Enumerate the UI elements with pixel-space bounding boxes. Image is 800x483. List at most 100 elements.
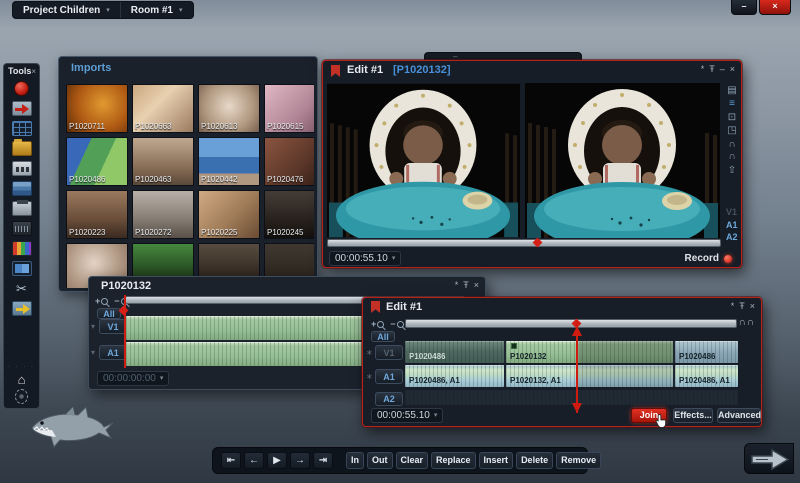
- track-a1-indicator[interactable]: A1: [726, 220, 738, 230]
- skip-start-button[interactable]: ⇤: [221, 452, 241, 469]
- headphone-right-icon[interactable]: ∩: [724, 151, 740, 163]
- fingerprint-icon[interactable]: [15, 389, 28, 404]
- pin-icon[interactable]: Ŧ: [739, 301, 745, 311]
- commit-icon[interactable]: ⇧: [724, 165, 740, 177]
- folder-icon[interactable]: ▤: [724, 85, 740, 97]
- clip-thumbnail[interactable]: P1020245: [264, 190, 314, 239]
- zoom-in-icon[interactable]: +: [95, 296, 108, 306]
- home-icon[interactable]: ⌂: [18, 373, 26, 386]
- export-button[interactable]: [744, 443, 794, 474]
- pin-icon[interactable]: Ŧ: [709, 64, 715, 74]
- play-button[interactable]: ▶: [267, 452, 287, 469]
- monitor-overlay-icon[interactable]: ◳: [724, 125, 740, 137]
- printer-tool-icon[interactable]: [12, 201, 32, 216]
- all-tracks-button[interactable]: All: [97, 308, 121, 319]
- cogs-icon[interactable]: *: [701, 64, 705, 74]
- clip-thumbnail[interactable]: P1020476: [264, 137, 314, 186]
- clip-thumbnail[interactable]: P1020486: [66, 137, 128, 186]
- headphone-left-icon[interactable]: ∩: [724, 139, 740, 151]
- close-icon[interactable]: ×: [730, 64, 735, 74]
- room-label: Room #1: [131, 5, 173, 16]
- close-button[interactable]: ×: [759, 0, 791, 15]
- clear-button[interactable]: Clear: [396, 452, 429, 469]
- cogs-icon[interactable]: *: [455, 280, 459, 290]
- close-icon[interactable]: ×: [31, 67, 36, 76]
- clip-dim-overlay: [579, 365, 673, 387]
- clip-thumbnail[interactable]: P1020225: [198, 190, 260, 239]
- timeline-clip[interactable]: P1020486, A1: [405, 365, 504, 387]
- effects-button[interactable]: Effects...: [673, 408, 713, 423]
- replace-button[interactable]: Replace: [431, 452, 476, 469]
- clip-thumbnail[interactable]: P1020615: [264, 84, 314, 133]
- timeline-clip[interactable]: P1020486, A1: [675, 365, 738, 387]
- monitor-icon[interactable]: ⊡: [724, 112, 740, 124]
- send-tool-icon[interactable]: [12, 301, 32, 316]
- close-icon[interactable]: ×: [750, 301, 755, 311]
- import-tool-icon[interactable]: [12, 101, 32, 116]
- clip-thumbnail[interactable]: P1020272: [132, 190, 194, 239]
- marker-pens-tool-icon[interactable]: [12, 241, 32, 256]
- source-titlebar[interactable]: P1020132 * Ŧ ×: [89, 277, 485, 293]
- zoom-in-icon[interactable]: +: [371, 319, 384, 329]
- source-title: P1020132: [101, 280, 151, 292]
- step-forward-button[interactable]: →: [290, 452, 310, 469]
- track-v1-button[interactable]: V1: [375, 345, 403, 360]
- delete-button[interactable]: Delete: [516, 452, 553, 469]
- mark-in-button[interactable]: In: [346, 452, 364, 469]
- scissors-tool-icon[interactable]: ✂: [12, 281, 32, 296]
- zoom-out-icon[interactable]: −: [390, 319, 403, 329]
- record-tool-icon[interactable]: [14, 81, 29, 96]
- viewer-titlebar[interactable]: Edit #1 [P1020132] * Ŧ – ×: [323, 61, 741, 81]
- step-back-button[interactable]: ←: [244, 452, 264, 469]
- remove-button[interactable]: Remove: [556, 452, 601, 469]
- edit-timeline-titlebar[interactable]: Edit #1 * Ŧ ×: [363, 298, 761, 315]
- close-icon[interactable]: ×: [474, 280, 479, 290]
- tracks-icon[interactable]: ≡: [724, 98, 740, 110]
- minimize-button[interactable]: –: [731, 0, 757, 15]
- timeline-clip[interactable]: P1020486: [675, 341, 738, 363]
- undo-redo-icons[interactable]: ∩∩: [739, 317, 755, 328]
- keypad-tool-icon[interactable]: [12, 161, 32, 176]
- advanced-button[interactable]: Advanced: [717, 408, 761, 423]
- edit-timeline-window: Edit #1 * Ŧ × + − ∩∩ All ∗ ∗ V1 A1 A2 P1…: [362, 297, 762, 427]
- viewer-scrub-bar[interactable]: [327, 239, 721, 247]
- keyboard-tool-icon[interactable]: [12, 221, 32, 236]
- source-timecode[interactable]: 00:00:00:00 ▾: [97, 371, 169, 386]
- clip-thumbnail[interactable]: P1020613: [198, 84, 260, 133]
- viewer-timecode[interactable]: 00:00:55.10 ▾: [329, 251, 401, 266]
- timeline-clip[interactable]: P1020132: [506, 341, 673, 363]
- minimize-icon[interactable]: –: [720, 64, 725, 74]
- track-v1-indicator[interactable]: V1: [726, 207, 737, 217]
- mark-out-button[interactable]: Out: [367, 452, 393, 469]
- clip-thumbnail[interactable]: P1020463: [132, 137, 194, 186]
- tools-panel-header[interactable]: Tools ×: [4, 64, 39, 78]
- equipment-rack-tool-icon[interactable]: [12, 181, 32, 196]
- all-tracks-button[interactable]: All: [371, 331, 395, 342]
- clip-thumbnail[interactable]: P1020663: [132, 84, 194, 133]
- record-indicator-icon[interactable]: [724, 255, 732, 263]
- source-track-v1-button[interactable]: V1: [99, 319, 127, 334]
- bin-grid-tool-icon[interactable]: [12, 121, 32, 136]
- record-label: Record: [685, 253, 719, 264]
- project-dropdown[interactable]: Project Children ▾: [13, 2, 120, 18]
- timeline-v1-lane: P1020486 P1020132 P1020486: [405, 341, 738, 363]
- track-a2-indicator[interactable]: A2: [726, 232, 738, 242]
- source-track-a1-button[interactable]: A1: [99, 345, 127, 360]
- pin-icon[interactable]: Ŧ: [463, 280, 469, 290]
- track-a2-button[interactable]: A2: [375, 392, 403, 406]
- timeline-timecode[interactable]: 00:00:55.10 ▾: [371, 408, 443, 423]
- insert-button[interactable]: Insert: [479, 452, 514, 469]
- room-dropdown[interactable]: Room #1 ▾: [120, 2, 193, 18]
- archive-folder-tool-icon[interactable]: [12, 141, 32, 156]
- timeline-clip[interactable]: P1020486: [405, 341, 504, 363]
- chevron-down-icon: ▾: [434, 409, 438, 422]
- skip-end-button[interactable]: ⇥: [313, 452, 333, 469]
- track-a1-button[interactable]: A1: [375, 369, 403, 384]
- layout-tiles-tool-icon[interactable]: [12, 261, 32, 276]
- timeline-clip[interactable]: P1020132, A1: [506, 365, 673, 387]
- clip-thumbnail[interactable]: P1020223: [66, 190, 128, 239]
- cogs-icon[interactable]: *: [731, 301, 735, 311]
- tools-title: Tools: [8, 66, 31, 76]
- clip-thumbnail[interactable]: P1020711: [66, 84, 128, 133]
- clip-thumbnail[interactable]: P1020442: [198, 137, 260, 186]
